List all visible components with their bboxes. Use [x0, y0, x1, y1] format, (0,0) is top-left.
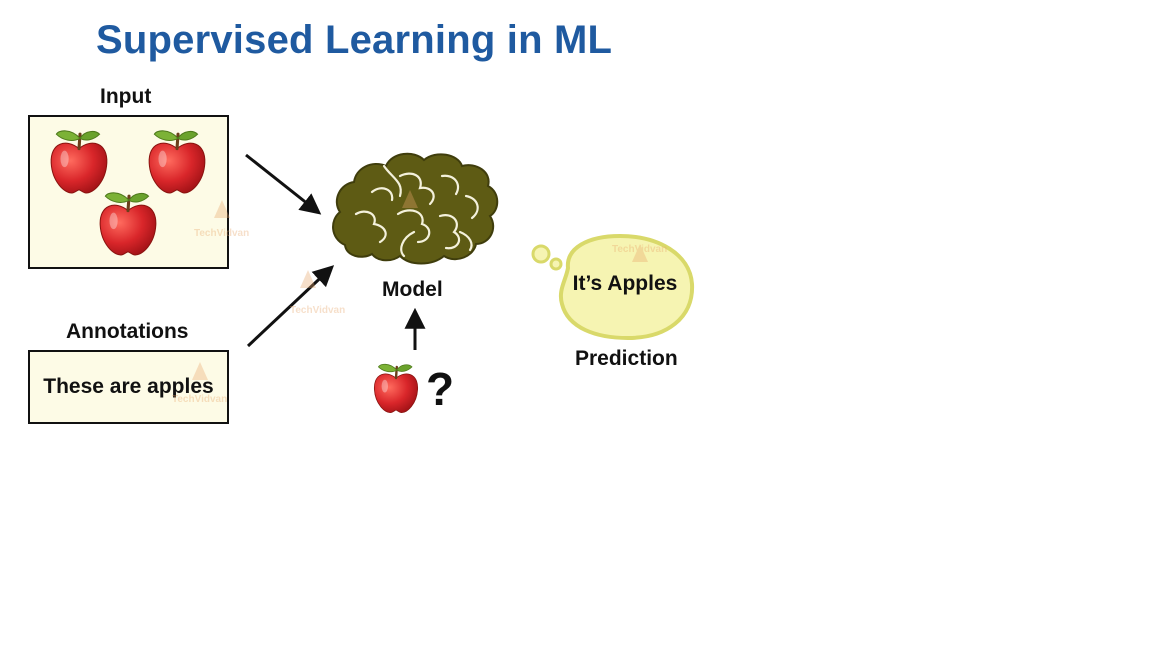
svg-text:TechVidvan: TechVidvan	[172, 394, 227, 405]
brain-icon	[332, 152, 499, 265]
apple-icon	[98, 191, 158, 257]
apple-icon	[49, 129, 109, 195]
model-label: Model	[382, 278, 443, 301]
svg-text:TechVidvan: TechVidvan	[290, 305, 345, 316]
query-apple-icon	[373, 363, 419, 414]
svg-text:TechVidvan: TechVidvan	[612, 244, 667, 255]
prediction-bubble-text: It’s Apples	[572, 272, 678, 295]
svg-text:TechVidvan: TechVidvan	[194, 228, 249, 239]
apple-icon	[147, 129, 207, 195]
diagram-canvas: TechVidvan TechVidvan TechVidvan TechVid…	[49, 129, 695, 414]
question-mark-icon: ?	[426, 363, 455, 415]
input-to-model-arrow	[245, 153, 322, 215]
prediction-label: Prediction	[575, 347, 678, 370]
